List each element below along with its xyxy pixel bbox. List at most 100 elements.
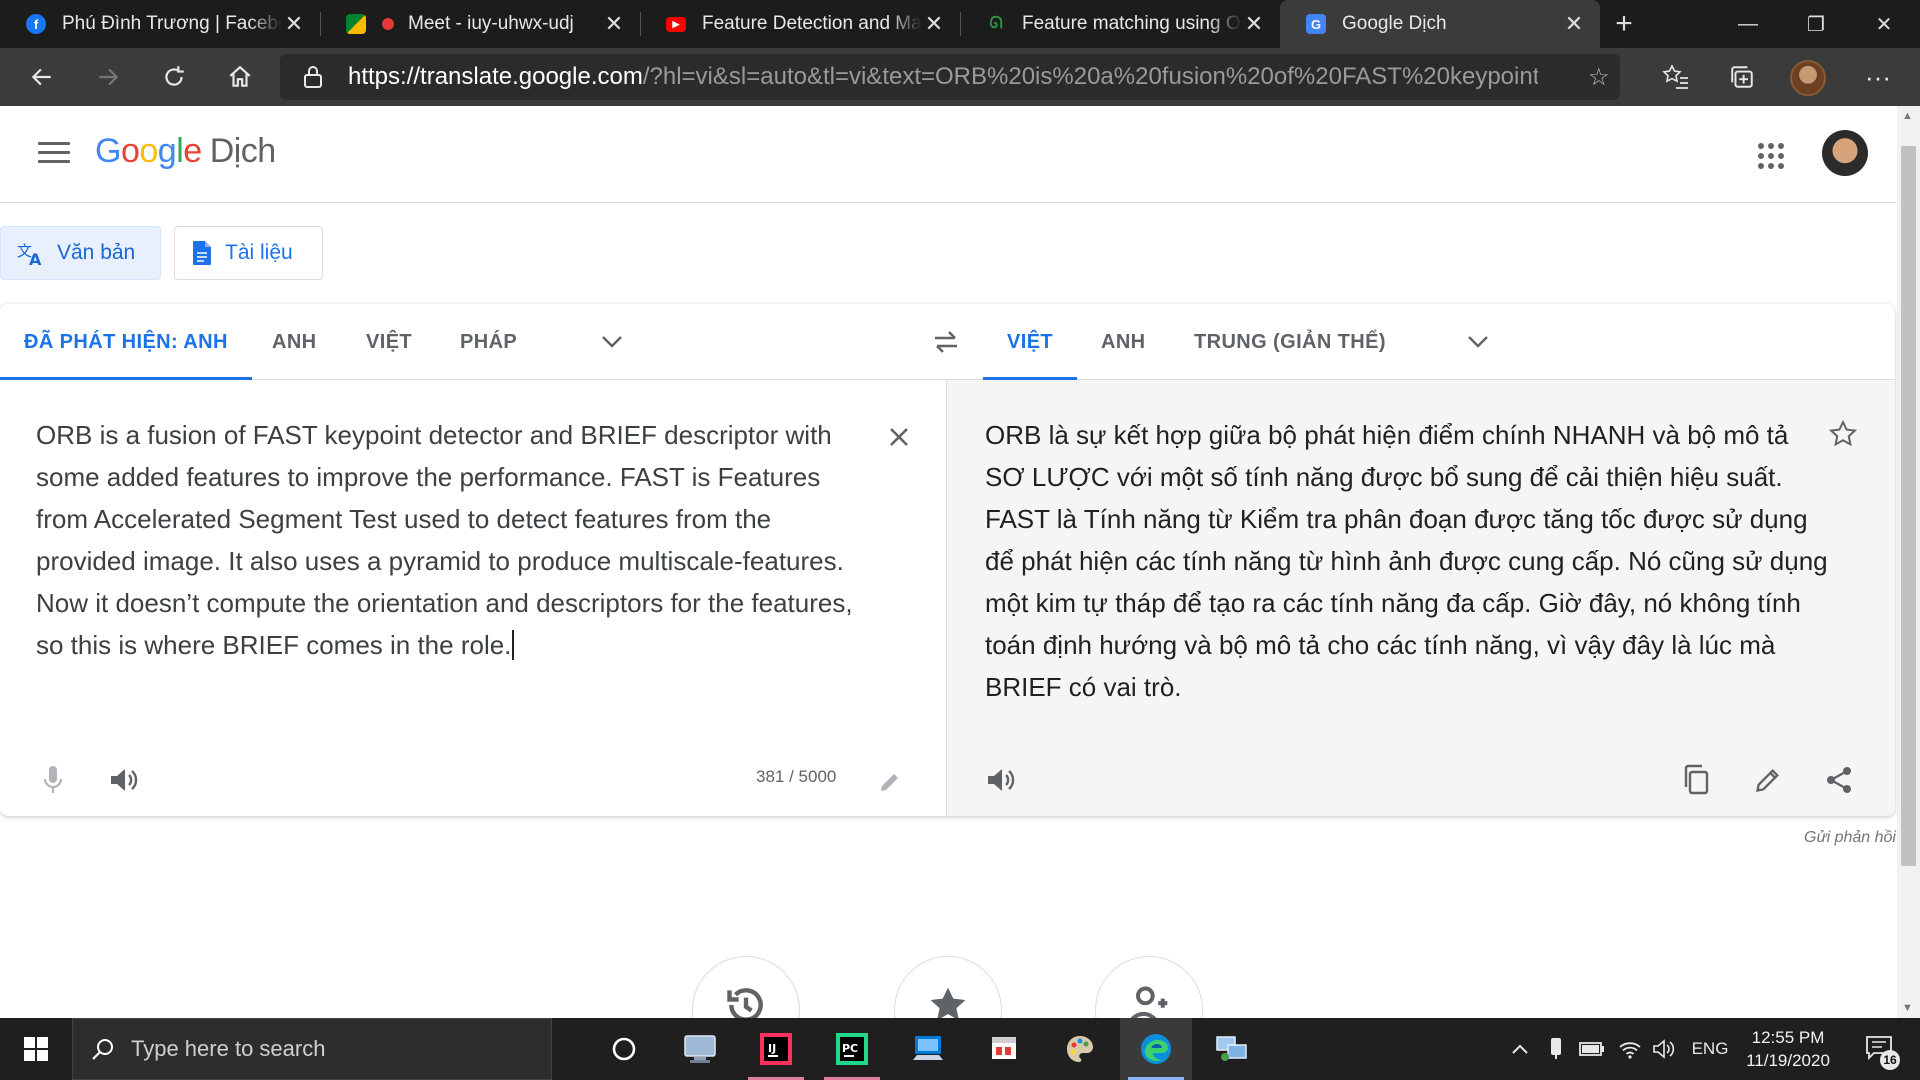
volume-icon[interactable]: [1650, 1018, 1678, 1080]
profile-avatar[interactable]: [1790, 60, 1826, 96]
taskbar-app-computer[interactable]: [664, 1018, 736, 1080]
target-lang-dropdown[interactable]: [1464, 328, 1492, 356]
youtube-icon: ▶: [666, 16, 686, 32]
source-lang-english[interactable]: ANH: [272, 304, 317, 380]
save-translation-button[interactable]: [1825, 416, 1861, 452]
source-textarea[interactable]: ORB is a fusion of FAST keypoint detecto…: [36, 414, 866, 666]
scrollbar-thumb[interactable]: [1901, 146, 1916, 866]
wifi-icon[interactable]: [1616, 1018, 1644, 1080]
translation-card: ĐÃ PHÁT HIỆN: ANH ANH VIỆT PHÁP VIỆT ANH…: [0, 304, 1895, 816]
mode-document-button[interactable]: Tài liệu: [174, 226, 323, 280]
source-panel: ORB is a fusion of FAST keypoint detecto…: [0, 380, 946, 816]
contribute-button[interactable]: [1095, 956, 1203, 1018]
lock-icon[interactable]: [302, 65, 324, 89]
send-feedback-link[interactable]: Gửi phản hồi: [1804, 829, 1896, 847]
close-window-button[interactable]: ✕: [1850, 0, 1918, 48]
browser-toolbar: https://translate.google.com/?hl=vi&sl=a…: [0, 48, 1920, 106]
scroll-down-icon[interactable]: ▼: [1902, 1002, 1913, 1014]
target-lang-vietnamese[interactable]: VIỆT: [983, 304, 1078, 380]
favorite-star-icon[interactable]: ☆: [1588, 63, 1610, 92]
url-text[interactable]: https://translate.google.com/?hl=vi&sl=a…: [348, 54, 1538, 100]
taskbar-clock[interactable]: 12:55 PM 11/19/2020: [1728, 1026, 1848, 1072]
people-icon: [1130, 986, 1168, 1018]
product-name: Dịch: [209, 132, 277, 170]
taskbar-app-snip[interactable]: [968, 1018, 1040, 1080]
swap-languages-button[interactable]: [928, 324, 964, 360]
this-pc-icon: [684, 1035, 716, 1063]
browser-tab-geeksforgeeks[interactable]: ᘏ Feature matching using ORB ✕: [960, 0, 1280, 48]
close-icon[interactable]: ✕: [1242, 11, 1266, 37]
source-lang-vietnamese[interactable]: VIỆT: [366, 304, 412, 380]
taskbar-app-edge[interactable]: [1120, 1018, 1192, 1080]
tray-phone-icon[interactable]: [1544, 1018, 1568, 1080]
listen-translation-button[interactable]: [981, 760, 1021, 800]
new-tab-button[interactable]: +: [1600, 0, 1648, 48]
close-icon[interactable]: ✕: [282, 11, 306, 37]
minimize-button[interactable]: —: [1714, 0, 1782, 48]
chevron-down-icon: [602, 336, 622, 348]
browser-tab-facebook[interactable]: f Phú Đình Trương | Facebook ✕: [0, 0, 320, 48]
scroll-up-icon[interactable]: ▲: [1902, 110, 1913, 122]
close-icon[interactable]: ✕: [602, 11, 626, 37]
target-lang-chinese-simplified[interactable]: TRUNG (GIẢN THỂ): [1194, 304, 1386, 380]
home-button[interactable]: [220, 57, 260, 97]
share-translation-button[interactable]: [1819, 760, 1859, 800]
network-computers-icon: [1216, 1036, 1247, 1061]
target-lang-english[interactable]: ANH: [1101, 304, 1146, 380]
app-header: Google Dịch: [0, 106, 1897, 203]
collections-button[interactable]: [1722, 57, 1762, 97]
google-apps-icon[interactable]: [1758, 143, 1784, 169]
close-icon[interactable]: ✕: [922, 11, 946, 37]
source-lang-french[interactable]: PHÁP: [460, 304, 517, 380]
browser-tab-google-translate[interactable]: G Google Dịch ✕: [1280, 0, 1600, 48]
browser-tab-strip: f Phú Đình Trương | Facebook ✕ Meet - iu…: [0, 0, 1920, 48]
collections-icon: [1731, 66, 1753, 88]
taskbar-search[interactable]: Type here to search: [72, 1018, 552, 1080]
battery-icon[interactable]: [1578, 1018, 1606, 1080]
target-panel: ORB là sự kết hợp giữa bộ phát hiện điểm…: [946, 380, 1895, 816]
taskbar-app-pycharm[interactable]: PC: [816, 1018, 888, 1080]
forward-button[interactable]: [88, 57, 128, 97]
close-icon[interactable]: ✕: [1562, 11, 1586, 37]
source-lang-detected[interactable]: ĐÃ PHÁT HIỆN: ANH: [0, 304, 252, 380]
listen-source-button[interactable]: [104, 760, 144, 800]
google-translate-logo[interactable]: Google Dịch: [95, 132, 276, 171]
browser-tab-meet[interactable]: Meet - iuy-uhwx-udj ✕: [320, 0, 640, 48]
page-scrollbar[interactable]: ▲ ▼: [1897, 106, 1920, 1018]
restore-button[interactable]: ❐: [1782, 0, 1850, 48]
refresh-button[interactable]: [154, 57, 194, 97]
account-avatar[interactable]: [1822, 130, 1868, 176]
saved-button[interactable]: [894, 956, 1002, 1018]
share-icon: [1827, 767, 1851, 793]
star-icon: [1828, 419, 1858, 447]
start-button[interactable]: [0, 1018, 72, 1080]
taskbar-app-remote-desktop[interactable]: [892, 1018, 964, 1080]
taskbar-app-paint[interactable]: [1044, 1018, 1116, 1080]
mode-text-button[interactable]: 文A Văn bản: [0, 226, 161, 280]
copy-translation-button[interactable]: [1676, 760, 1716, 800]
clear-source-button[interactable]: [882, 420, 916, 454]
speaker-icon: [988, 769, 1015, 791]
microphone-button[interactable]: [33, 760, 73, 800]
history-button[interactable]: [692, 956, 800, 1018]
more-options-button[interactable]: ···: [1858, 57, 1898, 97]
mode-text-label: Văn bản: [57, 241, 136, 264]
refresh-icon: [165, 66, 184, 86]
show-hidden-icons-button[interactable]: [1508, 1018, 1532, 1080]
taskbar-app-intellij[interactable]: IJ: [740, 1018, 812, 1080]
taskbar-app-settings-network[interactable]: [1196, 1018, 1268, 1080]
favorites-button[interactable]: [1656, 57, 1696, 97]
cortana-button[interactable]: [588, 1018, 660, 1080]
menu-icon[interactable]: [38, 142, 70, 168]
remote-desktop-icon: [913, 1036, 943, 1060]
intellij-icon: IJ: [760, 1033, 792, 1065]
action-center-button[interactable]: 16: [1856, 1018, 1904, 1080]
pencil-icon: [1756, 769, 1779, 792]
handwriting-button[interactable]: [870, 762, 910, 802]
edit-translation-button[interactable]: [1748, 760, 1788, 800]
browser-tab-youtube[interactable]: ▶ Feature Detection and Matching ✕: [640, 0, 960, 48]
input-language-indicator[interactable]: ENG: [1688, 1018, 1732, 1080]
address-bar[interactable]: https://translate.google.com/?hl=vi&sl=a…: [280, 54, 1620, 100]
source-lang-dropdown[interactable]: [598, 328, 626, 356]
back-button[interactable]: [22, 57, 62, 97]
